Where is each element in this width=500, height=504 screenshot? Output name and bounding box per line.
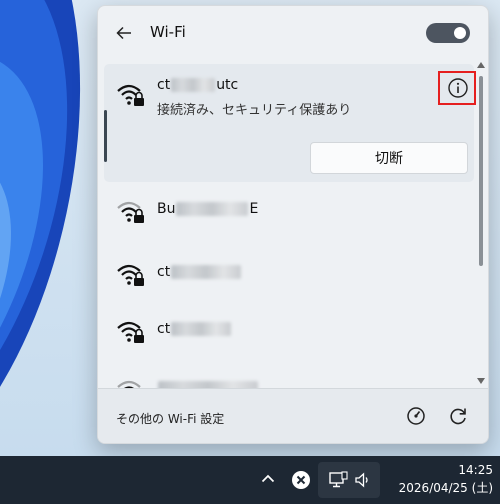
selection-indicator [104, 110, 107, 162]
clock-time: 14:25 [458, 463, 493, 477]
panel-header: Wi-Fi [98, 6, 488, 58]
volume-icon [355, 472, 368, 488]
info-icon[interactable] [446, 76, 470, 100]
scroll-up-arrow[interactable] [477, 62, 485, 68]
redacted-text [176, 202, 249, 216]
network-item[interactable]: ct [104, 246, 474, 302]
network-item[interactable]: ct [104, 303, 474, 359]
ssid-prefix: ct [157, 264, 171, 280]
ssid-prefix: ct [157, 77, 171, 93]
more-wifi-settings-link[interactable]: その他の Wi-Fi 設定 [116, 410, 224, 427]
ssid-prefix: ct [157, 321, 171, 337]
redacted-text [171, 322, 232, 336]
quick-settings-button[interactable] [318, 462, 380, 498]
disconnect-button[interactable]: 切断 [310, 142, 468, 174]
redacted-text [171, 78, 216, 92]
network-ssid: ct [157, 321, 232, 337]
taskbar-clock[interactable]: 14:25 2026/04/25 (土) [385, 461, 493, 497]
scroll-down-arrow[interactable] [477, 378, 485, 384]
chevron-up-icon[interactable] [259, 470, 277, 488]
network-item[interactable]: Bu E [104, 183, 474, 239]
network-icon [329, 471, 348, 488]
scroll-thumb[interactable] [479, 76, 483, 266]
close-circle-icon[interactable] [291, 470, 311, 490]
toggle-knob [454, 27, 466, 39]
taskbar: 14:25 2026/04/25 (土) [0, 456, 500, 504]
connection-status: 接続済み、セキュリティ保護あり [157, 103, 352, 118]
network-ssid: Bu E [157, 201, 258, 217]
wifi-secured-icon [117, 201, 144, 223]
back-arrow-icon[interactable] [114, 23, 134, 43]
network-ssid [157, 380, 259, 388]
wifi-toggle[interactable] [426, 23, 470, 43]
wifi-flyout-panel: Wi-Fi ct utc 接続済み、セキュリティ保護あり 切断 Bu E ct … [97, 5, 489, 444]
ssid-prefix: Bu [157, 201, 176, 217]
panel-title: Wi-Fi [150, 23, 186, 41]
connected-network-item[interactable]: ct utc 接続済み、セキュリティ保護あり 切断 [104, 64, 476, 182]
refresh-icon[interactable] [446, 404, 470, 428]
wifi-secured-icon [117, 321, 144, 343]
network-list: ct utc 接続済み、セキュリティ保護あり 切断 Bu E ct ct [98, 58, 488, 388]
wifi-secured-icon [117, 84, 144, 106]
network-ssid: ct utc [157, 77, 238, 93]
scrollbar[interactable] [474, 58, 488, 388]
clock-date: 2026/04/25 (土) [398, 481, 493, 495]
redacted-text [171, 265, 242, 279]
network-settings-icon[interactable] [404, 404, 428, 428]
ssid-suffix: E [249, 201, 259, 217]
redacted-text [158, 381, 258, 388]
ssid-suffix: utc [216, 77, 239, 93]
panel-footer: その他の Wi-Fi 設定 [98, 388, 488, 443]
wifi-secured-icon [117, 380, 141, 388]
network-item[interactable] [104, 362, 474, 388]
network-ssid: ct [157, 264, 242, 280]
wifi-secured-icon [117, 264, 144, 286]
